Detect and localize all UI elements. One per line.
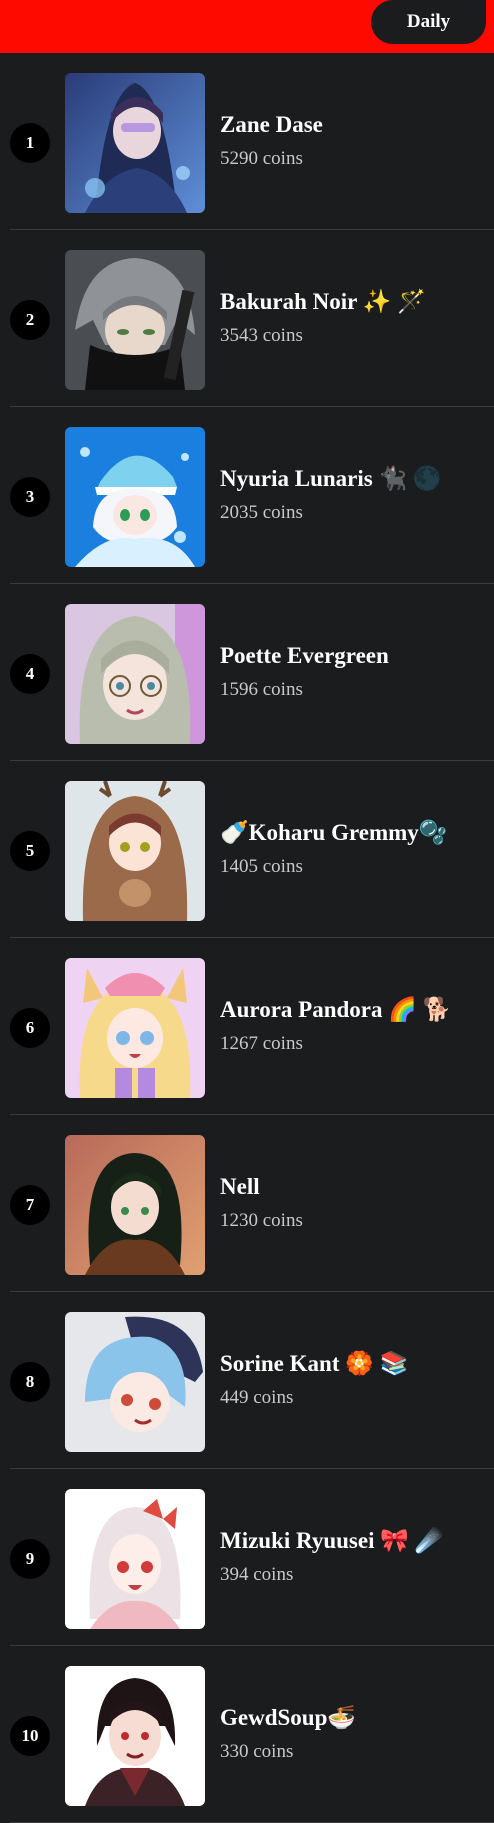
- coin-count: 5290 coins: [220, 148, 303, 169]
- player-name[interactable]: Nell: [220, 1173, 303, 1201]
- rank-badge: 3: [10, 477, 50, 517]
- rank-badge: 4: [10, 654, 50, 694]
- player-name[interactable]: Sorine Kant 🏵️ 📚: [220, 1350, 408, 1378]
- coin-count: 2035 coins: [220, 502, 303, 523]
- leaderboard-row[interactable]: 10 GewdSoup🍜 330 coins: [10, 1646, 494, 1823]
- leaderboard-row[interactable]: 3 Nyuria Lunaris 🐈‍⬛ 🌑 2035 coins: [10, 407, 494, 584]
- coin-count: 449 coins: [220, 1387, 294, 1408]
- rank-badge: 6: [10, 1008, 50, 1048]
- leaderboard-row[interactable]: 5 🍼Koharu Gremmy🫧 1405 coins: [10, 761, 494, 938]
- leaderboard-row[interactable]: 7 Nell 1230 coins: [10, 1115, 494, 1292]
- coin-count: 1267 coins: [220, 1033, 303, 1054]
- coin-count: 1230 coins: [220, 1210, 303, 1231]
- player-name[interactable]: 🍼Koharu Gremmy🫧: [220, 819, 447, 847]
- player-name[interactable]: GewdSoup🍜: [220, 1704, 356, 1732]
- leaderboard-row[interactable]: 4 Poette Evergreen 1596 coins: [10, 584, 494, 761]
- rank-badge: 9: [10, 1539, 50, 1579]
- avatar[interactable]: [65, 1666, 205, 1806]
- coin-count: 330 coins: [220, 1741, 294, 1762]
- avatar[interactable]: [65, 1135, 205, 1275]
- player-name[interactable]: Bakurah Noir ✨ 🪄: [220, 288, 426, 316]
- avatar[interactable]: [65, 604, 205, 744]
- player-name[interactable]: Zane Dase: [220, 111, 323, 139]
- coin-count: 1596 coins: [220, 679, 303, 700]
- player-name[interactable]: Nyuria Lunaris 🐈‍⬛ 🌑: [220, 465, 442, 493]
- coin-count: 3543 coins: [220, 325, 303, 346]
- avatar[interactable]: [65, 781, 205, 921]
- avatar[interactable]: [65, 958, 205, 1098]
- rank-badge: 5: [10, 831, 50, 871]
- player-name[interactable]: Poette Evergreen: [220, 642, 389, 670]
- avatar[interactable]: [65, 73, 205, 213]
- leaderboard-list: 1 Zane Dase 5290 coins 2 Bakurah Noir ✨ …: [0, 53, 494, 1823]
- leaderboard-row[interactable]: 8 Sorine Kant 🏵️ 📚 449 coins: [10, 1292, 494, 1469]
- coin-count: 394 coins: [220, 1564, 294, 1585]
- avatar[interactable]: [65, 1312, 205, 1452]
- leaderboard-row[interactable]: 2 Bakurah Noir ✨ 🪄 3543 coins: [10, 230, 494, 407]
- avatar[interactable]: [65, 1489, 205, 1629]
- rank-badge: 8: [10, 1362, 50, 1402]
- rank-badge: 7: [10, 1185, 50, 1225]
- avatar[interactable]: [65, 250, 205, 390]
- period-filter-button[interactable]: Daily: [371, 0, 486, 44]
- top-bar: Daily: [0, 0, 494, 53]
- player-name[interactable]: Aurora Pandora 🌈 🐕: [220, 996, 451, 1024]
- coin-count: 1405 coins: [220, 856, 303, 877]
- rank-badge: 10: [10, 1716, 50, 1756]
- avatar[interactable]: [65, 427, 205, 567]
- leaderboard-row[interactable]: 1 Zane Dase 5290 coins: [10, 53, 494, 230]
- rank-badge: 2: [10, 300, 50, 340]
- leaderboard-row[interactable]: 9 Mizuki Ryuusei 🎀 ☄️ 394 coins: [10, 1469, 494, 1646]
- player-name[interactable]: Mizuki Ryuusei 🎀 ☄️: [220, 1527, 443, 1555]
- leaderboard-row[interactable]: 6 Aurora Pandora 🌈 🐕 1267 coins: [10, 938, 494, 1115]
- rank-badge: 1: [10, 123, 50, 163]
